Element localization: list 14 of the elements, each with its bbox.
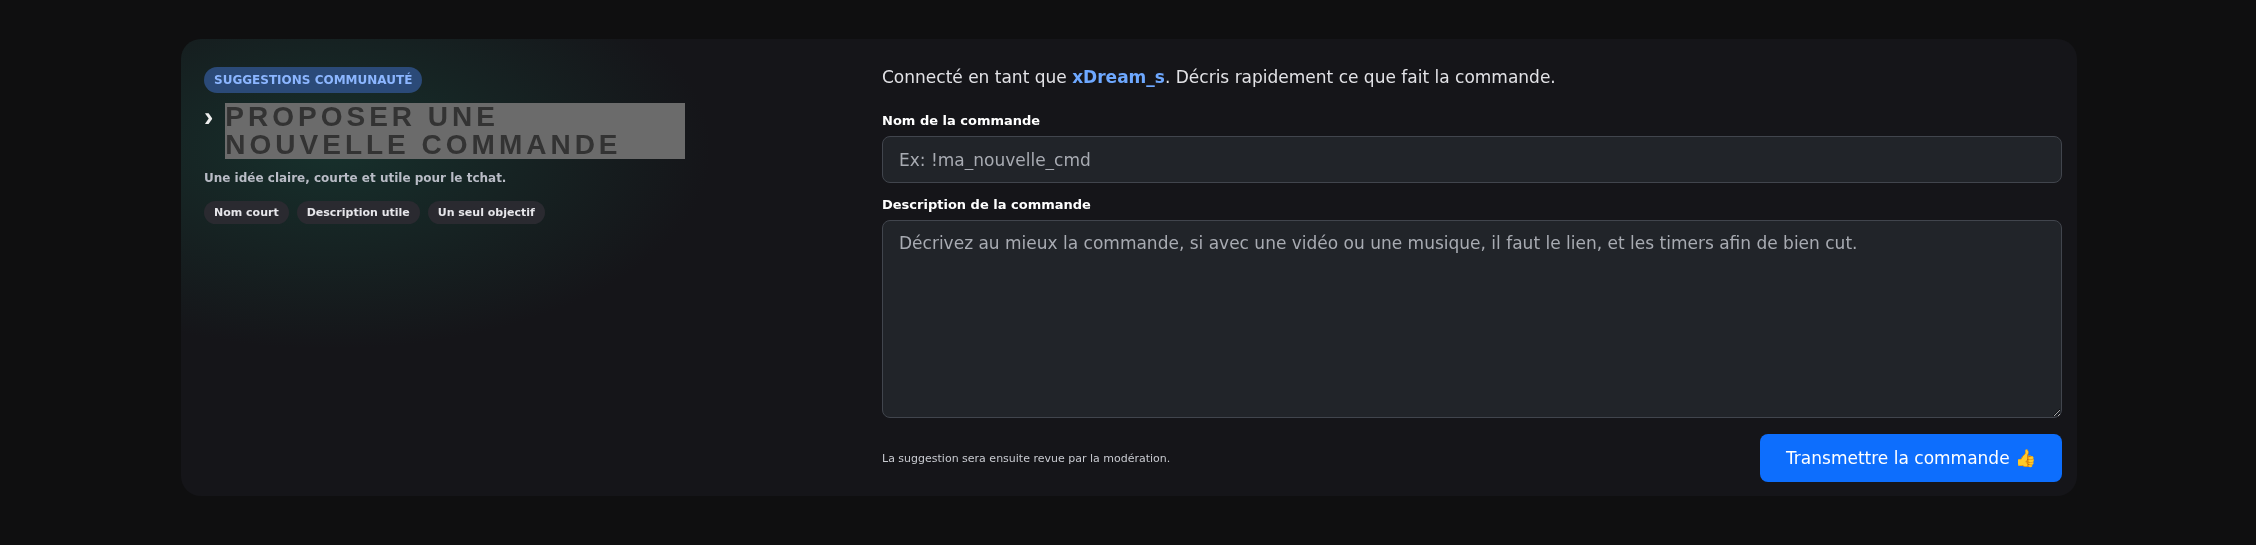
command-name-field[interactable]: Ex: !ma_nouvelle_cmd xyxy=(882,136,2062,183)
intro-text: Connecté en tant que xDream_s. Décris rapidement ce que fait la commande. xyxy=(882,67,1557,87)
subtitle: Une idée claire, courte et utile pour le tchat. xyxy=(204,171,507,185)
tag: Un seul objectif xyxy=(427,201,545,224)
moderation-note: La suggestion sera ensuite revue par la modération. xyxy=(882,451,1171,465)
description-field[interactable]: Décrivez au mieux la commande, si avec une vidéo ou une musique, il faut le lien, et les timers afin de bien cut. xyxy=(882,220,2062,418)
field-label: Description de la commande xyxy=(882,197,1092,212)
section-badge: SUGGESTIONS COMMUNAUTÉ xyxy=(204,67,423,93)
chevron-icon: › xyxy=(204,103,218,131)
tag: Nom court xyxy=(204,201,289,224)
page-title: PROPOSER UNE NOUVELLE COMMANDE xyxy=(225,103,686,159)
submit-button[interactable]: Transmettre la commande 👍 xyxy=(1760,434,2062,482)
tag: Description utile xyxy=(296,201,420,224)
field-label: Nom de la commande xyxy=(882,113,1042,128)
